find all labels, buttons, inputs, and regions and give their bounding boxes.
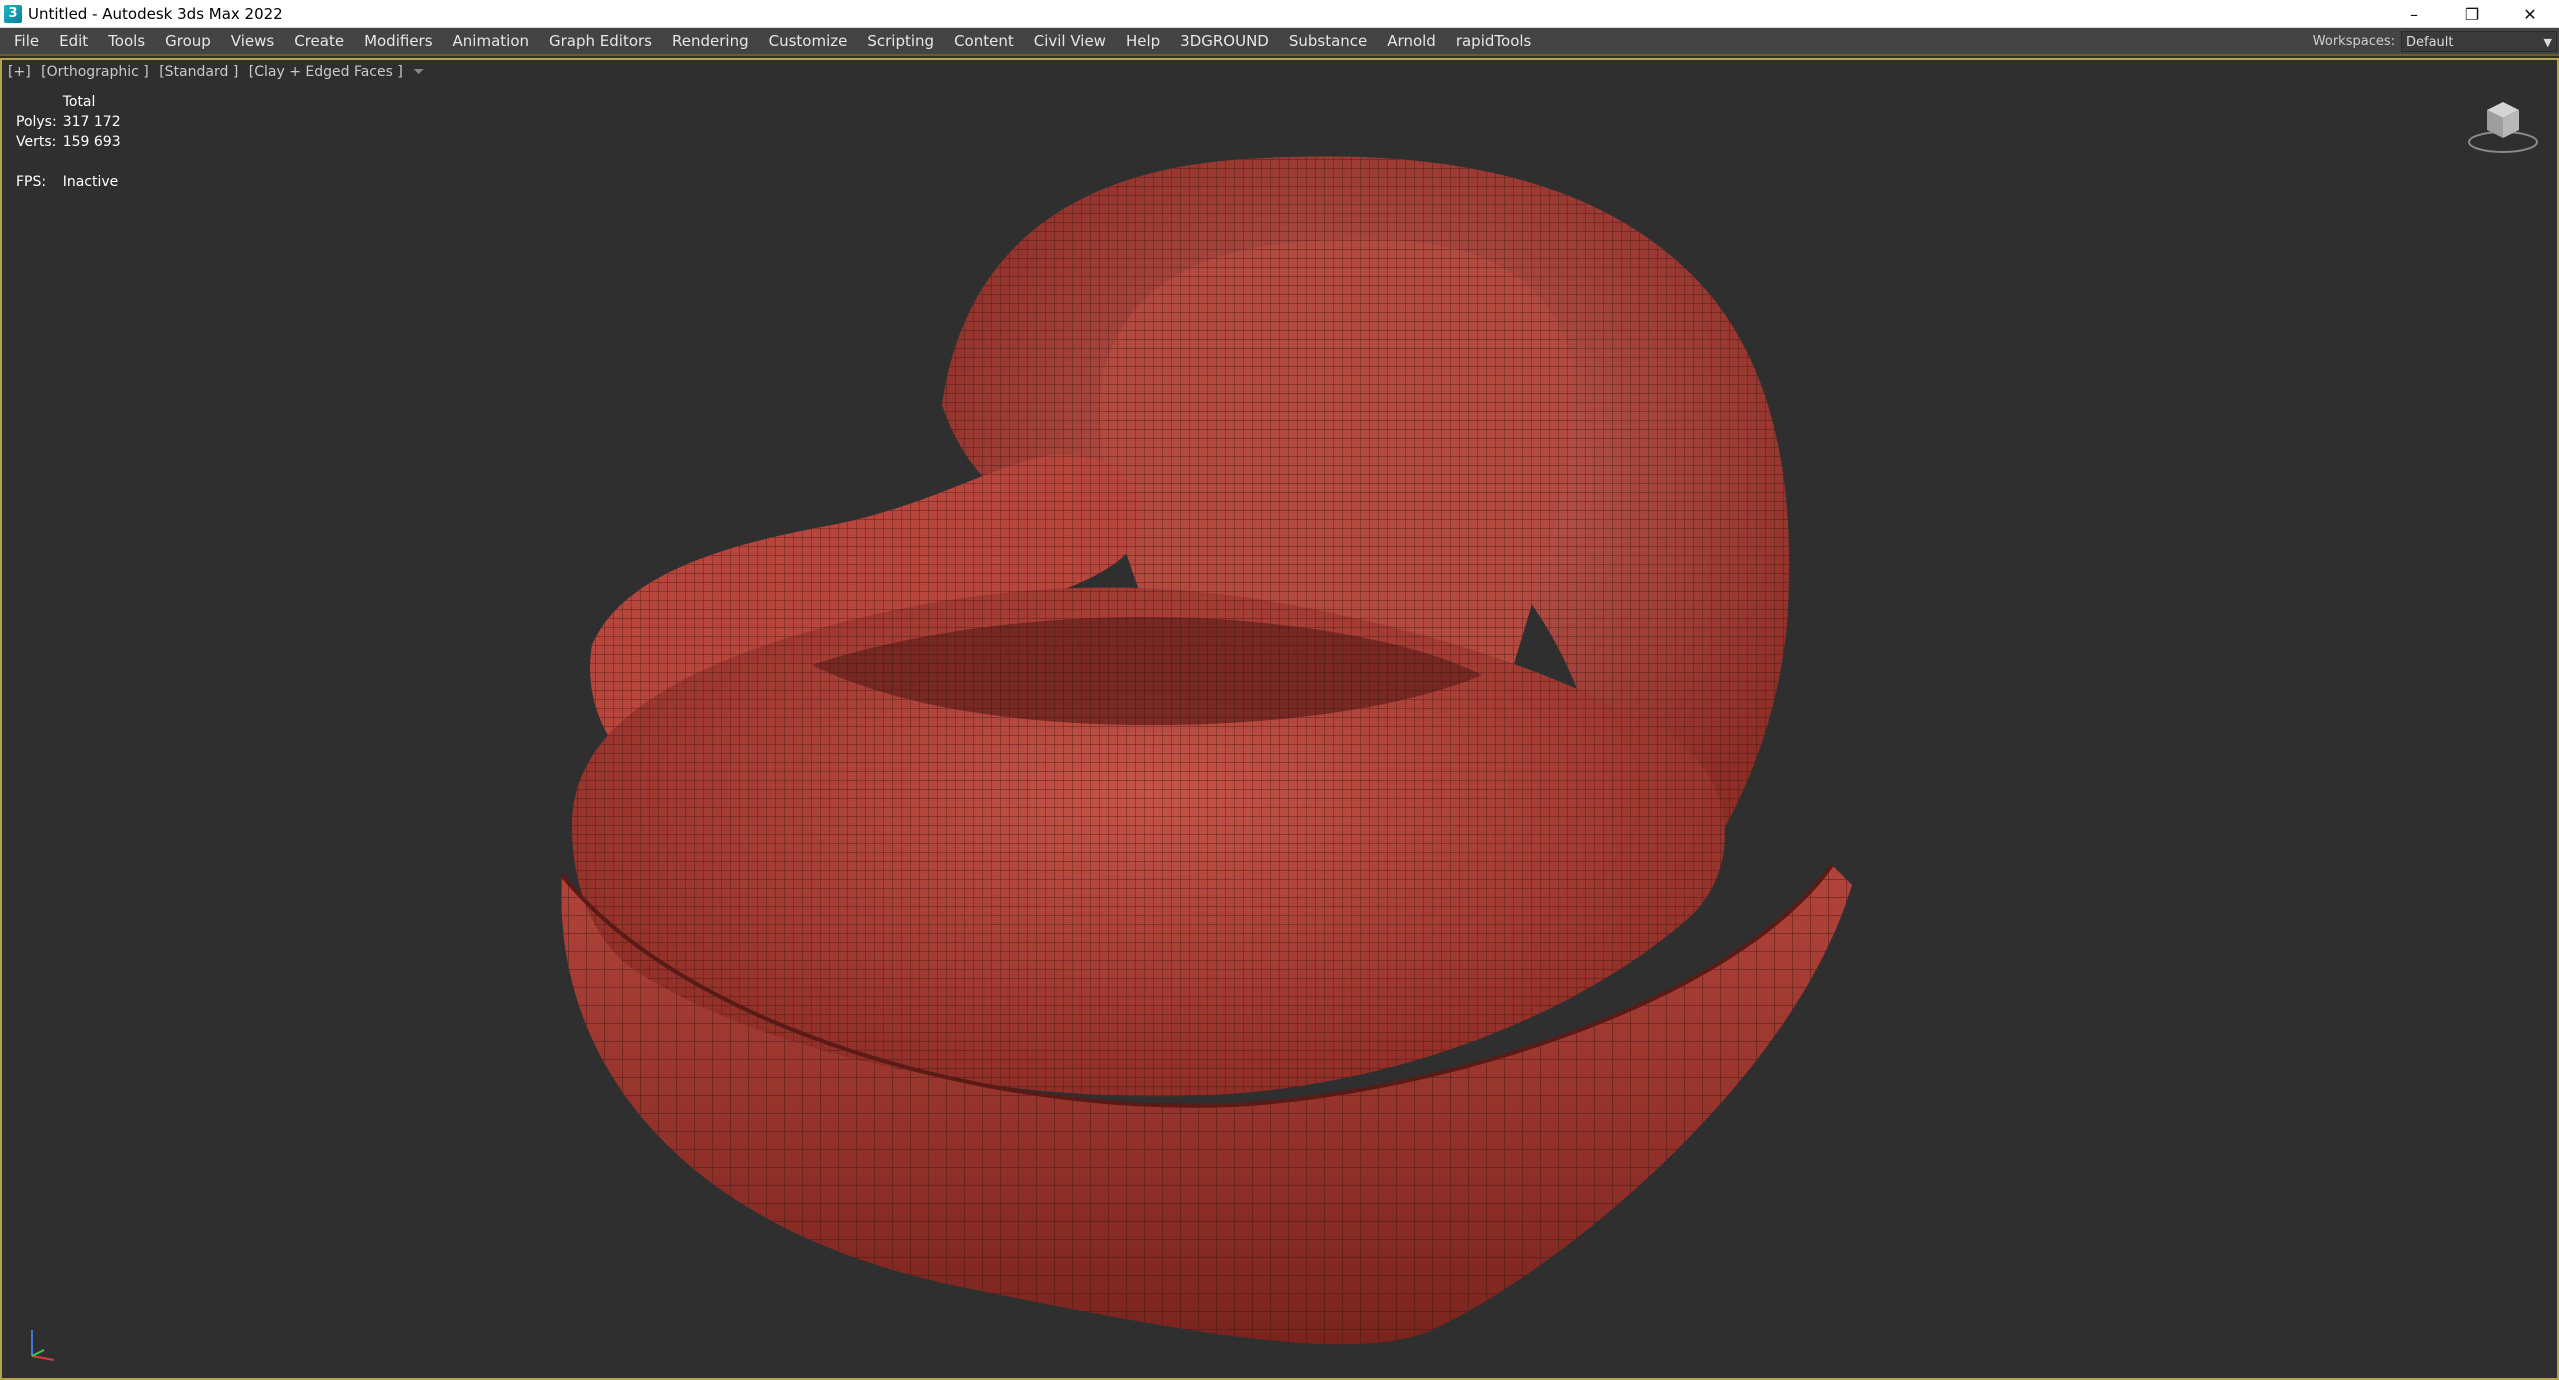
menu-substance[interactable]: Substance bbox=[1279, 27, 1377, 55]
perspective-viewport[interactable]: [+] [Orthographic ] [Standard ] [Clay + … bbox=[0, 58, 2559, 1380]
menu-civil-view[interactable]: Civil View bbox=[1024, 27, 1116, 55]
menu-rapidtools[interactable]: rapidTools bbox=[1446, 27, 1542, 55]
menu-graph-editors[interactable]: Graph Editors bbox=[539, 27, 662, 55]
menu-views[interactable]: Views bbox=[221, 27, 284, 55]
polys-value: 317 172 bbox=[62, 114, 121, 130]
viewport-display-style-menu[interactable]: [Clay + Edged Faces ] bbox=[249, 64, 403, 80]
polys-label: Polys: bbox=[16, 114, 57, 130]
verts-label: Verts: bbox=[16, 134, 57, 150]
menu-3dground[interactable]: 3DGROUND bbox=[1170, 27, 1279, 55]
restore-button[interactable]: ❐ bbox=[2443, 0, 2501, 28]
menu-scripting[interactable]: Scripting bbox=[857, 27, 944, 55]
menu-content[interactable]: Content bbox=[944, 27, 1024, 55]
menu-bar: File Edit Tools Group Views Create Modif… bbox=[0, 28, 2559, 56]
workspaces-group: Workspaces: Default ▼ bbox=[2313, 28, 2559, 54]
menu-create[interactable]: Create bbox=[284, 27, 354, 55]
window-controls: – ❐ ✕ bbox=[2385, 0, 2559, 28]
verts-value: 159 693 bbox=[62, 134, 121, 150]
menu-rendering[interactable]: Rendering bbox=[662, 27, 759, 55]
filter-icon[interactable]: ⏷ bbox=[413, 64, 424, 80]
menu-modifiers[interactable]: Modifiers bbox=[354, 27, 442, 55]
fps-value: Inactive bbox=[62, 174, 119, 190]
workspace-value: Default bbox=[2406, 34, 2454, 50]
menu-file[interactable]: File bbox=[0, 27, 49, 55]
window-title: Untitled - Autodesk 3ds Max 2022 bbox=[28, 4, 283, 23]
chair-model[interactable] bbox=[532, 105, 1962, 1365]
chevron-down-icon: ▼ bbox=[2543, 35, 2552, 49]
menu-tools[interactable]: Tools bbox=[98, 27, 155, 55]
menu-group[interactable]: Group bbox=[155, 27, 221, 55]
axis-tripod-icon bbox=[31, 1330, 55, 1361]
viewcube-icon[interactable] bbox=[2463, 90, 2543, 160]
menu-animation[interactable]: Animation bbox=[443, 27, 539, 55]
menu-customize[interactable]: Customize bbox=[759, 27, 858, 55]
minimize-button[interactable]: – bbox=[2385, 0, 2443, 28]
menu-edit[interactable]: Edit bbox=[49, 27, 98, 55]
fps-label: FPS: bbox=[16, 174, 47, 190]
workspace-dropdown[interactable]: Default ▼ bbox=[2401, 30, 2557, 52]
menu-help[interactable]: Help bbox=[1116, 27, 1170, 55]
viewport-label-menu: [+] [Orthographic ] [Standard ] [Clay + … bbox=[8, 64, 430, 80]
viewport-shading-menu[interactable]: [Standard ] bbox=[159, 64, 238, 80]
close-button[interactable]: ✕ bbox=[2501, 0, 2559, 28]
workspaces-label: Workspaces: bbox=[2312, 33, 2395, 49]
menu-arnold[interactable]: Arnold bbox=[1377, 27, 1446, 55]
stats-header: Total bbox=[62, 94, 96, 110]
3ds-max-app-icon[interactable]: 3 bbox=[4, 4, 22, 23]
viewport-statistics: Total Polys: 317 172 Verts: 159 693 FPS:… bbox=[16, 92, 127, 192]
viewport-general-menu[interactable]: [+] bbox=[8, 64, 31, 80]
title-bar: 3 Untitled - Autodesk 3ds Max 2022 – ❐ ✕ bbox=[0, 0, 2559, 28]
viewport-point-of-view-menu[interactable]: [Orthographic ] bbox=[41, 64, 149, 80]
